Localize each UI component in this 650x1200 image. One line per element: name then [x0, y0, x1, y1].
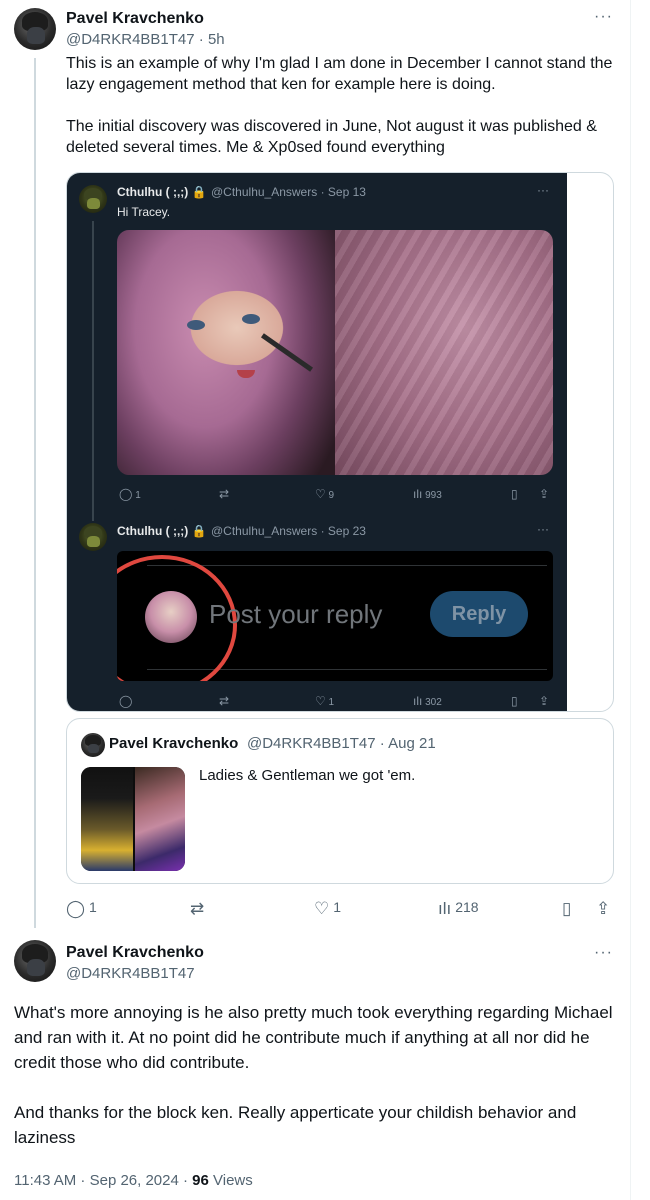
avatar: [145, 591, 197, 643]
bookmark-icon: ▯: [511, 694, 518, 708]
like-action: ♡ 1: [315, 694, 335, 708]
share-button[interactable]: ⇪: [596, 899, 614, 919]
reply-composer-screenshot: Post your reply Reply: [117, 551, 553, 681]
more-options-icon: ···: [537, 183, 549, 197]
quoted-text: Ladies & Gentleman we got 'em.: [199, 767, 416, 784]
reply-icon: ◯: [66, 899, 86, 918]
bookmark-action: ▯: [511, 694, 518, 708]
share-action: ⇪: [539, 694, 549, 708]
dark-thread-screenshot: Cthulhu ( ;,;) 🔒 @Cthulhu_Answers · Sep …: [67, 173, 567, 711]
bookmark-icon: ▯: [562, 899, 572, 918]
views-action: ılı 302: [413, 694, 442, 708]
retweet-icon: ⇄: [219, 487, 230, 501]
thread-line: [34, 58, 36, 928]
tweet-text: What's more annoying is he also pretty m…: [14, 1000, 634, 1150]
views-icon: ılı: [413, 487, 423, 501]
retweet-action: ⇄: [219, 694, 229, 708]
author-handle[interactable]: @D4RKR4BB1T47: [66, 965, 195, 982]
tweet-timestamp[interactable]: 11:43 AM · Sep 26, 2024 · 96 Views: [14, 1172, 253, 1189]
more-options-icon[interactable]: ···: [594, 944, 613, 962]
heart-icon: ♡: [315, 694, 326, 708]
retweet-button[interactable]: ⇄: [190, 899, 208, 919]
reply-action: ◯: [119, 694, 132, 708]
tweet-paragraph: And thanks for the block ken. Really app…: [14, 1103, 577, 1147]
avatar: [79, 185, 107, 213]
avatar[interactable]: [14, 940, 56, 982]
avatar[interactable]: [14, 8, 56, 50]
retweet-action: ⇄: [219, 487, 229, 501]
quoted-author-name: Pavel Kravchenko: [109, 735, 239, 752]
views-icon: ılı: [438, 899, 452, 918]
reply-button[interactable]: ◯ 1: [66, 899, 97, 919]
views-action: ılı 993: [413, 487, 442, 501]
screenshot-author-name: Cthulhu ( ;,;) 🔒: [117, 185, 207, 199]
share-icon: ⇪: [539, 694, 550, 708]
more-options-icon: ···: [537, 522, 549, 536]
tweet-text: This is an example of why I'm glad I am …: [66, 53, 616, 158]
tweet-paragraph: This is an example of why I'm glad I am …: [66, 55, 617, 93]
quoted-author-handle: @D4RKR4BB1T47 · Aug 21: [247, 735, 436, 752]
heart-icon: ♡: [314, 899, 330, 918]
author-name[interactable]: Pavel Kravchenko: [66, 10, 204, 28]
quoted-tweet[interactable]: Pavel Kravchenko @D4RKR4BB1T47 · Aug 21 …: [66, 718, 614, 884]
reply-button: Reply: [430, 591, 528, 637]
tweet-paragraph: What's more annoying is he also pretty m…: [14, 1003, 613, 1072]
quoted-media-thumbnail[interactable]: [81, 767, 185, 871]
bookmark-action: ▯: [511, 487, 518, 501]
bookmark-icon: ▯: [511, 487, 518, 501]
avatar: [79, 523, 107, 551]
avatar: [81, 733, 105, 757]
attached-screenshot[interactable]: Cthulhu ( ;,;) 🔒 @Cthulhu_Answers · Sep …: [66, 172, 614, 712]
views-icon: ılı: [413, 694, 423, 708]
screenshot-text: Hi Tracey.: [117, 205, 171, 219]
bookmark-button[interactable]: ▯: [562, 899, 575, 919]
heart-icon: ♡: [315, 487, 326, 501]
like-action: ♡ 9: [315, 487, 335, 501]
pink-hair-image: [335, 230, 553, 475]
reply-icon: ◯: [119, 694, 133, 708]
screenshot-author-handle: @Cthulhu_Answers · Sep 23: [211, 524, 366, 538]
retweet-icon: ⇄: [219, 694, 230, 708]
author-handle[interactable]: @D4RKR4BB1T47 · 5h: [66, 31, 225, 48]
screenshot-author-handle: @Cthulhu_Answers · Sep 13: [211, 185, 366, 199]
like-button[interactable]: ♡ 1: [314, 899, 341, 919]
share-icon: ⇪: [539, 487, 550, 501]
reply-icon: ◯: [119, 487, 133, 501]
more-options-icon[interactable]: ···: [594, 8, 613, 26]
view-count: 96: [192, 1172, 209, 1189]
author-name[interactable]: Pavel Kravchenko: [66, 944, 204, 962]
share-icon: ⇪: [596, 899, 611, 918]
share-action: ⇪: [539, 487, 549, 501]
reply-placeholder: Post your reply: [209, 599, 383, 629]
retweet-icon: ⇄: [190, 899, 205, 918]
views-button[interactable]: ılı 218: [438, 899, 479, 919]
tweet-paragraph: The initial discovery was discovered in …: [66, 118, 602, 156]
anime-artwork-image: [117, 230, 335, 475]
reply-action: ◯ 1: [119, 487, 141, 501]
screenshot-author-name: Cthulhu ( ;,;) 🔒: [117, 524, 207, 538]
